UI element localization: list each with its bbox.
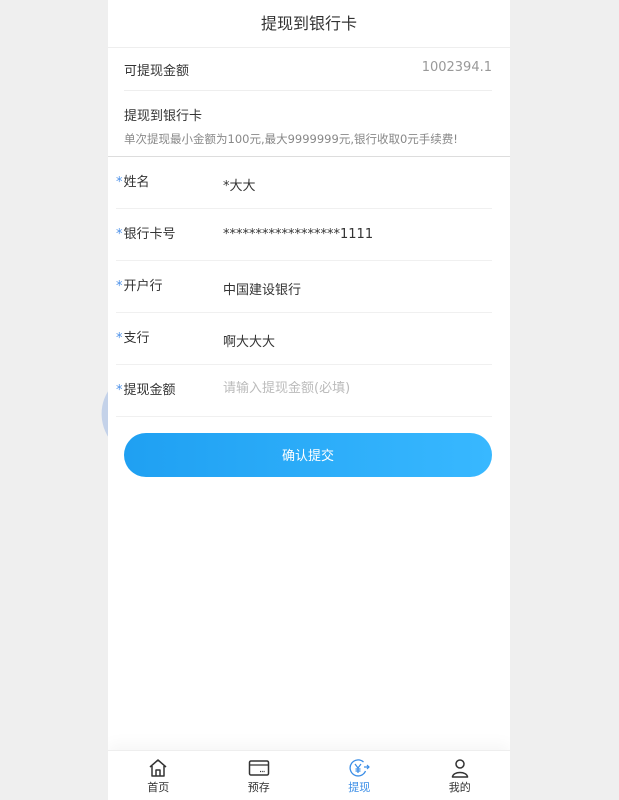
tab-home[interactable]: 首页 (108, 751, 209, 800)
tab-mine[interactable]: 我的 (410, 751, 511, 800)
tip-text: 单次提现最小金额为100元,最大9999999元,银行收取0元手续费! (124, 132, 458, 146)
card-icon (248, 760, 269, 776)
tab-deposit-label: 预存 (247, 781, 270, 794)
page-title: 提现到银行卡 (108, 0, 510, 48)
tab-withdraw-label: 提现 (348, 781, 371, 794)
branch-row: *支行 啊大大大 (116, 313, 492, 365)
home-icon (149, 759, 167, 777)
tab-bar: 首页 预存 提现 我的 (108, 750, 510, 800)
required-star: * (116, 383, 123, 398)
tab-home-label: 首页 (147, 781, 170, 794)
withdraw-icon (349, 759, 371, 777)
user-icon (451, 759, 468, 778)
phone-screen: 提现到银行卡 可提现金额 1002394.1 提现到银行卡 单次提现最小金额为1… (108, 0, 510, 800)
available-amount-row: 可提现金额 1002394.1 (124, 47, 492, 91)
name-row: *姓名 *大大 (116, 157, 492, 209)
tab-deposit[interactable]: 预存 (209, 751, 310, 800)
card-number-value: ******************1111 (223, 227, 374, 242)
withdraw-tip: 提现到银行卡 单次提现最小金额为100元,最大9999999元,银行收取0元手续… (108, 91, 510, 157)
available-amount-value: 1002394.1 (421, 60, 492, 75)
required-star: * (116, 331, 123, 346)
required-star: * (116, 175, 123, 190)
card-number-label: 银行卡号 (123, 227, 176, 242)
amount-label: 提现金额 (123, 383, 176, 398)
tab-mine-label: 我的 (448, 781, 471, 794)
bank-row: *开户行 中国建设银行 (116, 261, 492, 313)
name-label: 姓名 (123, 175, 150, 190)
submit-button[interactable]: 确认提交 (124, 433, 492, 477)
amount-input[interactable] (223, 381, 473, 396)
branch-label: 支行 (123, 331, 150, 346)
tab-withdraw[interactable]: 提现 (309, 751, 410, 800)
bank-value: 中国建设银行 (223, 283, 302, 298)
bank-label: 开户行 (123, 279, 163, 294)
name-value: *大大 (223, 179, 256, 194)
required-star: * (116, 227, 123, 242)
card-number-row: *银行卡号 ******************1111 (116, 209, 492, 261)
available-amount-label: 可提现金额 (124, 64, 190, 79)
amount-row: *提现金额 (116, 365, 492, 417)
required-star: * (116, 279, 123, 294)
tip-title: 提现到银行卡 (124, 109, 203, 124)
branch-value: 啊大大大 (223, 335, 276, 350)
